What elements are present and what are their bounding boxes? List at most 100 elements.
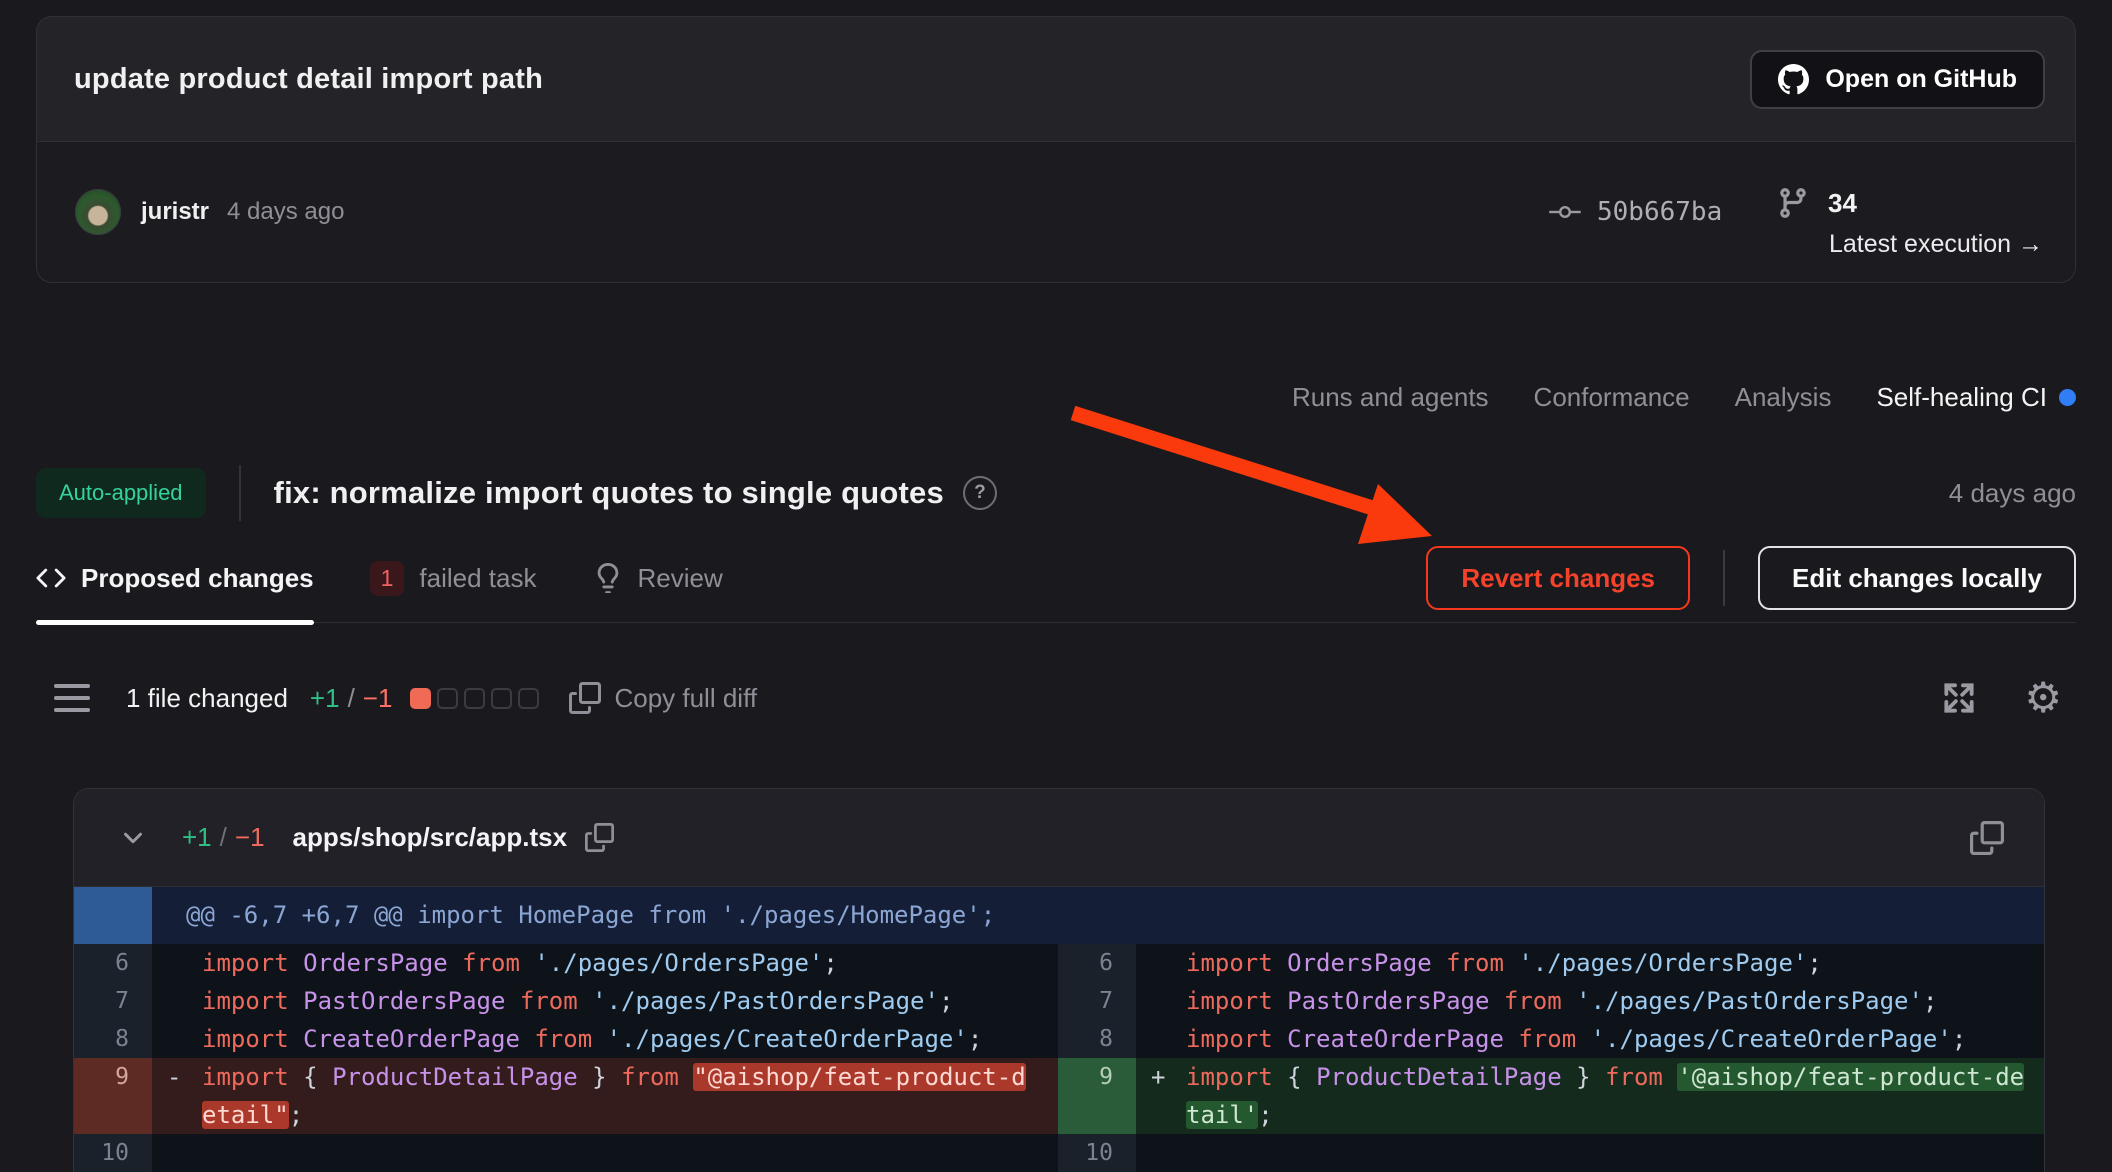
code-token: from (1518, 1025, 1590, 1053)
edit-changes-locally-button[interactable]: Edit changes locally (1758, 546, 2076, 610)
code-icon (36, 563, 66, 593)
change-block-filled (410, 688, 431, 709)
nav-item-label: Analysis (1735, 382, 1832, 413)
tab-review[interactable]: Review (593, 534, 723, 622)
nav-item-conformance[interactable]: Conformance (1534, 382, 1690, 413)
diff-marker (152, 944, 202, 982)
code-token: '@aishop/feat-product-de (1677, 1063, 2024, 1091)
page: update product detail import path Open o… (0, 0, 2112, 1172)
auto-applied-badge: Auto-applied (36, 468, 206, 518)
fullscreen-icon[interactable] (1940, 679, 1978, 717)
notification-dot (2059, 389, 2076, 406)
execution-meta: 34 Latest execution → (1776, 186, 2043, 259)
gear-icon[interactable]: ⚙ (2024, 679, 2062, 717)
diff-row-left-9: 9-import { ProductDetailPage } from "@ai… (74, 1058, 1058, 1134)
tab-actions: Revert changes Edit changes locally (1426, 534, 2076, 622)
diff-row-left-8: 8 import CreateOrderPage from './pages/Cr… (74, 1020, 1058, 1058)
code-token: from (1446, 949, 1518, 977)
clipboard-icon (569, 682, 601, 714)
repo-nav: Runs and agents Conformance Analysis Self-h… (1292, 374, 2076, 420)
code-line (1186, 1134, 2045, 1172)
revert-changes-button[interactable]: Revert changes (1426, 546, 1690, 610)
line-number: 10 (1058, 1134, 1136, 1172)
code-token: import (1186, 1063, 1287, 1091)
copy-path-icon[interactable] (585, 823, 614, 852)
code-line: import PastOrdersPage from './pages/Past… (1186, 982, 2045, 1020)
diff-row-left-10: 10 (74, 1134, 1058, 1172)
diff-row-right-7: 7import PastOrdersPage from './pages/Pas… (1058, 982, 2045, 1020)
change-block-empty (437, 688, 458, 709)
diff-row-left-7: 7import PastOrdersPage from './pages/Pas… (74, 982, 1058, 1020)
file-additions: +1 (182, 822, 212, 853)
code-token: { (1287, 1063, 1316, 1091)
code-token: ; (939, 987, 953, 1015)
commit-card-header: update product detail import path Open o… (37, 17, 2075, 141)
chevron-down-icon[interactable] (118, 823, 148, 853)
nav-item-runs-and-agents[interactable]: Runs and agents (1292, 382, 1489, 413)
line-number: 8 (1058, 1020, 1136, 1058)
code-token: from (1504, 987, 1576, 1015)
code-token: "@aishop/feat-product-d (693, 1063, 1025, 1091)
commit-sha[interactable]: 50b667ba (1547, 194, 1722, 230)
copy-full-diff-button[interactable]: Copy full diff (569, 682, 757, 714)
help-icon[interactable]: ? (963, 476, 997, 510)
code-token: import (202, 1025, 303, 1053)
branch-icon (1776, 186, 1810, 220)
line-number: 9 (74, 1058, 152, 1134)
divider (239, 465, 241, 521)
line-number: 9 (1058, 1058, 1136, 1134)
latest-execution-link[interactable]: Latest execution → (1829, 230, 2043, 259)
diff-row-right-6: 6import OrdersPage from './pages/OrdersP… (1058, 944, 2045, 982)
file-list-toggle-icon[interactable] (54, 684, 90, 712)
change-block-empty (464, 688, 485, 709)
code-token: './pages/PastOrdersPage' (592, 987, 939, 1015)
stat-slash: / (348, 683, 355, 714)
diff-marker (1136, 982, 1186, 1020)
code-line: import PastOrdersPage from './pages/Past… (202, 982, 1058, 1020)
code-token: './pages/CreateOrderPage' (1591, 1025, 1952, 1053)
code-token: import (1186, 949, 1287, 977)
code-token: CreateOrderPage (303, 1025, 534, 1053)
copy-full-diff-label: Copy full diff (614, 683, 757, 714)
code-token: PastOrdersPage (303, 987, 520, 1015)
line-number: 8 (74, 1020, 152, 1058)
code-token: ; (289, 1101, 303, 1129)
code-token: ; (968, 1025, 982, 1053)
code-token: { (303, 1063, 332, 1091)
code-token: tail' (1186, 1101, 1258, 1129)
open-on-github-button[interactable]: Open on GitHub (1750, 50, 2045, 109)
diff-marker (1136, 1020, 1186, 1058)
diff-marker (152, 1020, 202, 1058)
code-token: './pages/OrdersPage' (534, 949, 823, 977)
nav-item-label: Self-healing CI (1876, 382, 2047, 413)
code-token: import (202, 1063, 303, 1091)
failed-task-count-badge: 1 (370, 561, 405, 596)
file-path: apps/shop/src/app.tsx (293, 822, 568, 853)
tab-label: Review (638, 563, 723, 594)
code-token: './pages/PastOrdersPage' (1576, 987, 1923, 1015)
code-token: etail" (202, 1101, 289, 1129)
tab-bar: Proposed changes 1failed task Review Rever… (36, 534, 2076, 623)
code-line: import CreateOrderPage from './pages/Cre… (202, 1020, 1058, 1058)
copy-file-diff-icon[interactable] (1970, 821, 2004, 855)
code-token: ; (823, 949, 837, 977)
tab-failed-task[interactable]: 1failed task (370, 534, 537, 622)
tab-proposed-changes[interactable]: Proposed changes (36, 534, 314, 622)
code-token: './pages/CreateOrderPage' (607, 1025, 968, 1053)
code-token: ; (1258, 1101, 1272, 1129)
change-block-empty (491, 688, 512, 709)
hunk-gutter (74, 887, 152, 944)
tab-label: Proposed changes (81, 563, 314, 594)
tabs: Proposed changes 1failed task Review (36, 534, 723, 622)
code-token: CreateOrderPage (1287, 1025, 1518, 1053)
nav-item-self-healing-ci[interactable]: Self-healing CI (1876, 382, 2076, 413)
code-line: import OrdersPage from './pages/OrdersPa… (1186, 944, 2045, 982)
nav-item-analysis[interactable]: Analysis (1735, 382, 1832, 413)
line-number: 6 (74, 944, 152, 982)
code-token: ; (1807, 949, 1821, 977)
fix-title: fix: normalize import quotes to single q… (274, 475, 944, 511)
code-token: PastOrdersPage (1287, 987, 1504, 1015)
code-token: ProductDetailPage (1316, 1063, 1562, 1091)
code-token: } (578, 1063, 621, 1091)
code-token: OrdersPage (303, 949, 462, 977)
